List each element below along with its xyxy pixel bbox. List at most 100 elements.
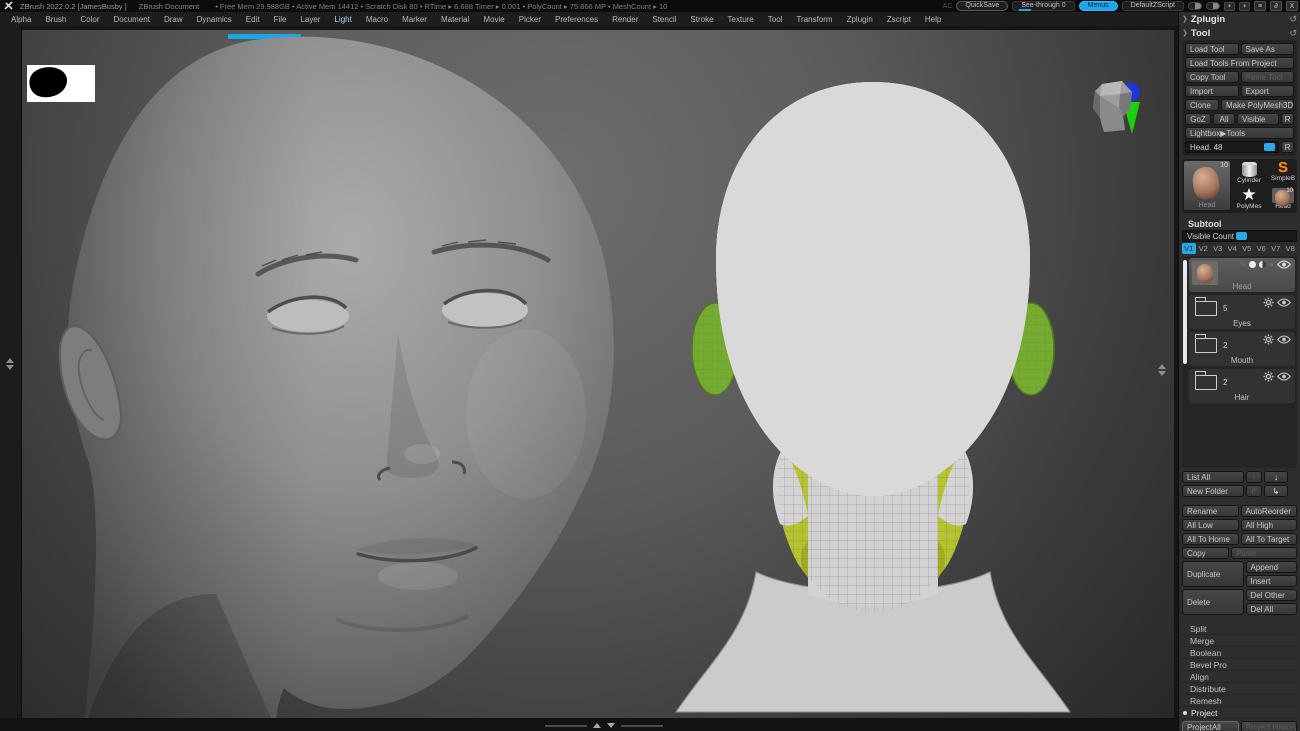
visibility-eye-icon[interactable] xyxy=(1277,260,1291,269)
menu-layer[interactable]: Layer xyxy=(293,15,327,24)
goz-button[interactable]: GoZ xyxy=(1185,113,1211,125)
menu-document[interactable]: Document xyxy=(107,15,157,24)
copy-subtool-button[interactable]: Copy xyxy=(1182,547,1230,559)
left-tray-toggle[interactable] xyxy=(6,358,14,370)
subsection-align[interactable]: Align xyxy=(1182,671,1297,683)
tool-palette-header[interactable]: ❯ Tool ↺ xyxy=(1182,26,1297,40)
menu-alpha[interactable]: Alpha xyxy=(4,15,38,24)
list-all-button[interactable]: List All xyxy=(1182,471,1244,483)
subtool-tab-v6[interactable]: V6 xyxy=(1255,243,1269,254)
subsection-bevel-pro[interactable]: Bevel Pro xyxy=(1182,659,1297,671)
polymesh3d-tool[interactable]: ★ PolyMes xyxy=(1232,186,1266,213)
menu-macro[interactable]: Macro xyxy=(359,15,395,24)
lightbox-tools-button[interactable]: Lightbox▶Tools xyxy=(1185,127,1294,139)
paste-tool-button[interactable]: Paste Tool xyxy=(1240,71,1294,83)
menu-tool[interactable]: Tool xyxy=(761,15,790,24)
import-button[interactable]: Import xyxy=(1185,85,1239,97)
project-all-button[interactable]: ProjectAll xyxy=(1182,721,1239,731)
menu-preferences[interactable]: Preferences xyxy=(548,15,605,24)
subtool-tab-v5[interactable]: V5 xyxy=(1240,243,1254,254)
subtool-scrollbar[interactable] xyxy=(1183,260,1187,364)
subsection-project[interactable]: Project xyxy=(1182,707,1297,719)
move-into-folder-button[interactable]: ↳ xyxy=(1264,485,1288,497)
subsection-remesh[interactable]: Remesh xyxy=(1182,695,1297,707)
all-high-button[interactable]: All High xyxy=(1240,519,1297,531)
save-as-button[interactable]: Save As xyxy=(1240,43,1294,55)
script-button[interactable]: ∂ xyxy=(1270,1,1282,11)
append-button[interactable]: Append xyxy=(1245,561,1297,573)
close-button[interactable]: X xyxy=(1286,1,1298,11)
uv-icon[interactable]: ● xyxy=(1269,260,1274,269)
subtool-section-header[interactable]: Subtool xyxy=(1182,217,1297,230)
rename-button[interactable]: Rename xyxy=(1182,505,1239,517)
menu-help[interactable]: Help xyxy=(918,15,948,24)
reload-palette-icon[interactable]: ↺ xyxy=(1289,14,1297,25)
gear-icon[interactable] xyxy=(1263,297,1274,308)
menu-zplugin[interactable]: Zplugin xyxy=(840,15,880,24)
cylinder-tool[interactable]: Cylinder xyxy=(1232,160,1266,187)
duplicate-button[interactable]: Duplicate xyxy=(1182,561,1244,587)
zplugin-palette-header[interactable]: ❯ Zplugin ↺ xyxy=(1182,12,1297,26)
subtool-tab-v1[interactable]: V1 xyxy=(1182,243,1196,254)
visibility-eye-icon[interactable] xyxy=(1277,335,1291,344)
reload-palette-icon[interactable]: ↺ xyxy=(1289,28,1297,39)
see-through-slider[interactable]: See-through 0 xyxy=(1012,1,1075,11)
all-low-button[interactable]: All Low xyxy=(1182,519,1239,531)
move-out-folder-button[interactable]: ↱ xyxy=(1246,485,1262,497)
window-menu-button[interactable]: ≡ xyxy=(1254,1,1266,11)
canvas-viewport[interactable] xyxy=(0,26,1178,731)
subtool-down-button[interactable]: ↓ xyxy=(1264,471,1288,483)
new-folder-button[interactable]: New Folder xyxy=(1182,485,1244,497)
slider-handle[interactable] xyxy=(1236,232,1248,240)
head-tool-small[interactable]: 10 Head xyxy=(1266,187,1300,213)
goz-visible-button[interactable]: Visible xyxy=(1237,113,1279,125)
tablet-hand-icon[interactable]: ✦ xyxy=(1239,1,1250,11)
subtool-row-head[interactable]: ✎ ● Head xyxy=(1189,258,1295,292)
subtool-folder-row[interactable]: 2 Mouth xyxy=(1189,332,1295,366)
menu-color[interactable]: Color xyxy=(73,15,106,24)
load-tool-button[interactable]: Load Tool xyxy=(1185,43,1239,55)
del-other-button[interactable]: Del Other xyxy=(1245,589,1297,601)
polypaint-half-icon[interactable] xyxy=(1259,261,1267,268)
head-r-button[interactable]: R xyxy=(1281,141,1294,153)
make-polymesh3d-button[interactable]: Make PolyMesh3D xyxy=(1221,99,1294,111)
wireframe-head-model[interactable] xyxy=(658,54,1088,716)
visibility-eye-icon[interactable] xyxy=(1277,298,1291,307)
subsection-split[interactable]: Split xyxy=(1182,623,1297,635)
visibility-eye-icon[interactable] xyxy=(1277,372,1291,381)
goz-all-button[interactable]: All xyxy=(1213,113,1235,125)
subtool-tab-v3[interactable]: V3 xyxy=(1211,243,1225,254)
clone-button[interactable]: Clone xyxy=(1185,99,1219,111)
menu-stroke[interactable]: Stroke xyxy=(683,15,720,24)
paintbrush-icon[interactable]: ✎ xyxy=(1239,260,1246,269)
all-to-target-button[interactable]: All To Target xyxy=(1240,533,1297,545)
subsection-distribute[interactable]: Distribute xyxy=(1182,683,1297,695)
menu-texture[interactable]: Texture xyxy=(721,15,761,24)
sculpt-head-model[interactable] xyxy=(6,34,686,729)
subtool-up-button[interactable]: ↑ xyxy=(1246,471,1262,483)
right-tray-toggle[interactable] xyxy=(1158,364,1166,376)
subtool-tab-v8[interactable]: V8 xyxy=(1284,243,1298,254)
insert-button[interactable]: Insert xyxy=(1245,575,1297,587)
subtool-tab-v7[interactable]: V7 xyxy=(1269,243,1283,254)
visible-count-slider[interactable]: Visible Count 9 xyxy=(1182,230,1297,242)
subtool-tab-v4[interactable]: V4 xyxy=(1226,243,1240,254)
menu-material[interactable]: Material xyxy=(434,15,476,24)
polypaint-on-icon[interactable] xyxy=(1249,261,1257,268)
subsection-boolean[interactable]: Boolean xyxy=(1182,647,1297,659)
all-to-home-button[interactable]: All To Home xyxy=(1182,533,1239,545)
slider-handle[interactable] xyxy=(1264,143,1276,151)
menu-dynamics[interactable]: Dynamics xyxy=(190,15,239,24)
copy-tool-button[interactable]: Copy Tool xyxy=(1185,71,1239,83)
goz-r-button[interactable]: R xyxy=(1281,113,1294,125)
menu-brush[interactable]: Brush xyxy=(38,15,73,24)
menu-marker[interactable]: Marker xyxy=(395,15,434,24)
project-history-button[interactable]: Project History xyxy=(1240,721,1297,731)
export-button[interactable]: Export xyxy=(1240,85,1294,97)
autoreorder-button[interactable]: AutoReorder xyxy=(1240,505,1297,517)
head-tool-slider[interactable]: Head. 48 xyxy=(1185,141,1279,153)
menu-draw[interactable]: Draw xyxy=(157,15,190,24)
bottom-tray-toggle[interactable] xyxy=(545,723,663,728)
delete-button[interactable]: Delete xyxy=(1182,589,1244,615)
menu-picker[interactable]: Picker xyxy=(512,15,548,24)
